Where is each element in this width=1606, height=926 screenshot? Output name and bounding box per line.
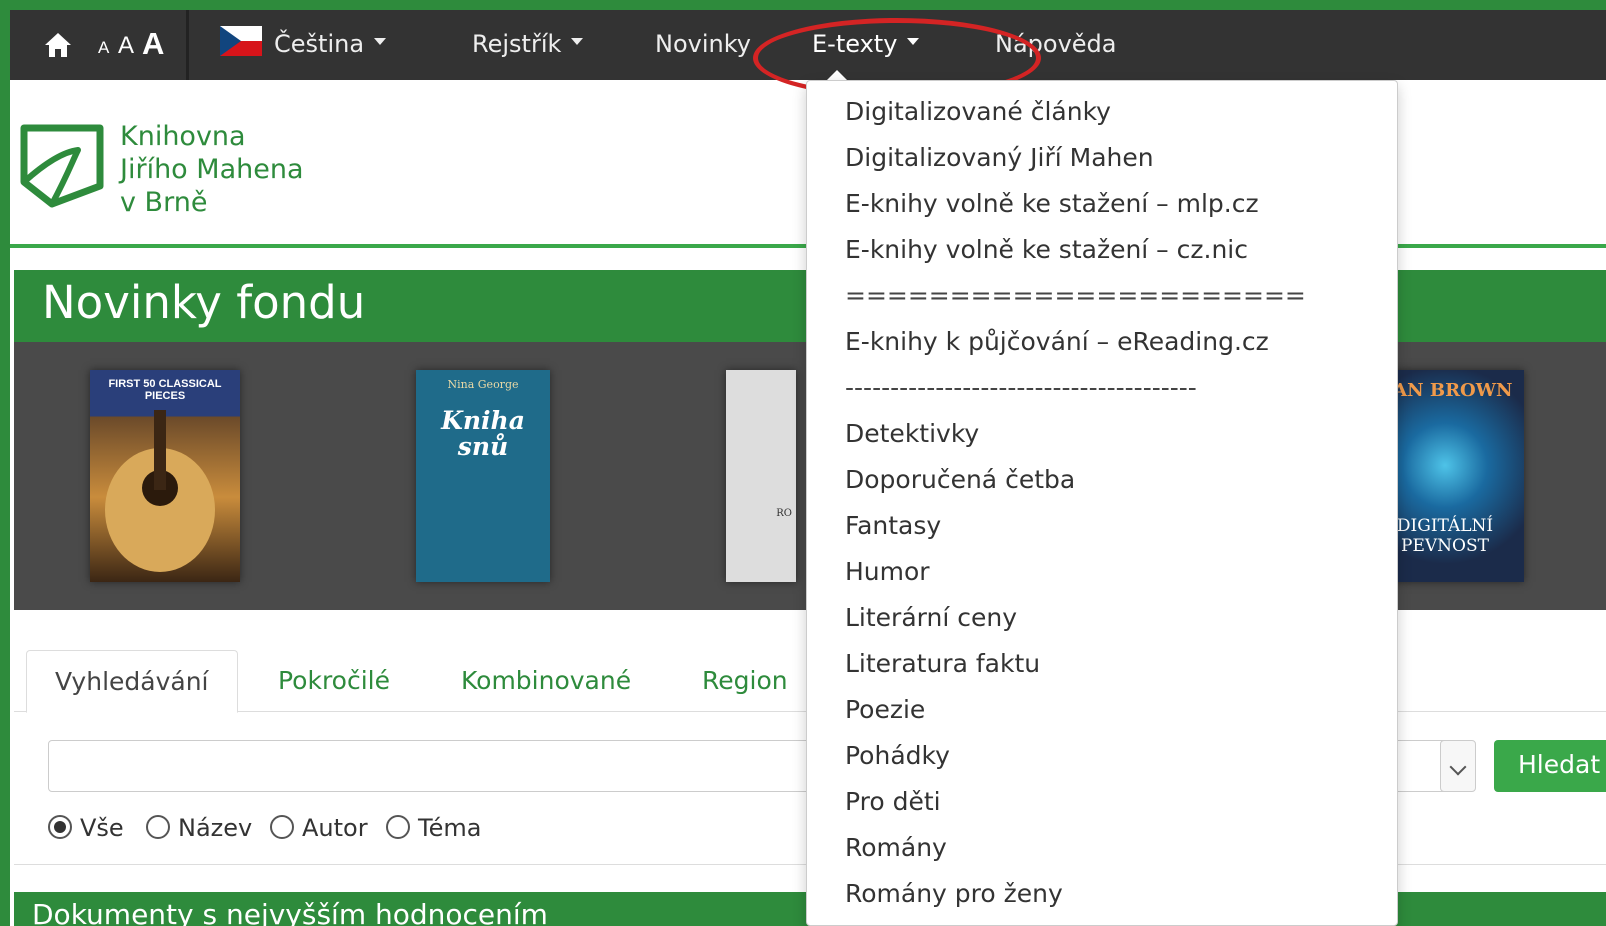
dropdown-item[interactable]: Pohádky: [807, 737, 1397, 783]
dropdown-item[interactable]: Pro děti: [807, 783, 1397, 829]
radio-unchecked-icon: [270, 815, 294, 839]
dropdown-item[interactable]: Romány pro ženy: [807, 875, 1397, 921]
radio-unchecked-icon: [146, 815, 170, 839]
radio-checked-icon: [48, 815, 72, 839]
book-cover-text: RO: [776, 508, 792, 519]
radio-label: Autor: [302, 814, 368, 842]
page-frame-left: [0, 0, 10, 926]
czech-flag-icon: [220, 26, 262, 56]
help-link[interactable]: Nápověda: [995, 30, 1117, 58]
book-cover-partial[interactable]: RO: [726, 370, 796, 582]
guitar-image: [105, 410, 215, 572]
dropdown-separator: ---------------------------------------: [845, 373, 1197, 402]
dropdown-item[interactable]: Poezie: [807, 691, 1397, 737]
radio-author[interactable]: Autor: [270, 814, 368, 842]
news-link[interactable]: Novinky: [655, 30, 751, 58]
etexts-menu[interactable]: E-texty: [812, 30, 920, 58]
tab-search[interactable]: Vyhledávání: [26, 650, 238, 713]
dropdown-item[interactable]: Digitalizované články: [807, 93, 1397, 139]
tab-region[interactable]: Region: [674, 650, 816, 713]
home-icon[interactable]: [44, 32, 72, 58]
dropdown-item[interactable]: Doporučená četba: [807, 461, 1397, 507]
dropdown-item[interactable]: E-knihy volně ke stažení – cz.nic: [807, 231, 1397, 277]
font-size-small-button[interactable]: A: [98, 38, 109, 58]
dropdown-item[interactable]: E-knihy volně ke stažení – mlp.cz: [807, 185, 1397, 231]
radio-label: Vše: [80, 814, 124, 842]
dropdown-item[interactable]: Literární ceny: [807, 599, 1397, 645]
radio-unchecked-icon: [386, 815, 410, 839]
search-scope-dropdown[interactable]: [1440, 740, 1476, 792]
navbar-divider: [186, 10, 189, 80]
dropdown-item[interactable]: Romány: [807, 829, 1397, 875]
library-name-line1: Knihovna: [120, 121, 246, 152]
index-label: Rejstřík: [472, 30, 562, 58]
language-label: Čeština: [274, 30, 365, 58]
dropdown-item[interactable]: Literatura faktu: [807, 645, 1397, 691]
book-author: Nina George: [447, 378, 519, 391]
book-cover-kniha-snu[interactable]: Nina George Kniha snů: [416, 370, 550, 582]
font-size-medium-button[interactable]: A: [118, 32, 134, 60]
tab-advanced[interactable]: Pokročilé: [250, 650, 418, 713]
dropdown-item[interactable]: E-knihy k půjčování – eReading.cz: [807, 323, 1397, 369]
library-name-line3: v Brně: [120, 187, 208, 218]
book-title: Kniha snů: [441, 406, 525, 461]
page-frame-top: [0, 0, 1606, 10]
dropdown-separator: ======================: [845, 281, 1306, 310]
dropdown-item[interactable]: Digitalizovaný Jiří Mahen: [807, 139, 1397, 185]
dropdown-item[interactable]: Detektivky: [807, 415, 1397, 461]
radio-title[interactable]: Název: [146, 814, 252, 842]
chevron-down-icon: [907, 37, 920, 45]
language-menu[interactable]: Čeština: [220, 26, 387, 58]
index-menu[interactable]: Rejstřík: [472, 30, 584, 58]
library-name-line2: Jiřího Mahena: [120, 154, 304, 185]
radio-topic[interactable]: Téma: [386, 814, 481, 842]
radio-label: Téma: [418, 814, 482, 842]
search-button[interactable]: Hledat: [1494, 740, 1606, 792]
etexts-label: E-texty: [812, 30, 898, 58]
tab-combined[interactable]: Kombinované: [433, 650, 659, 713]
radio-all[interactable]: Vše: [48, 814, 124, 842]
library-name: Knihovna Jiřího Mahena v Brně: [120, 120, 380, 219]
chevron-down-icon: [571, 37, 584, 45]
dropdown-item[interactable]: Fantasy: [807, 507, 1397, 553]
top-navbar: A A A Čeština Rejstřík Novinky E-texty N…: [10, 10, 1606, 80]
radio-label: Název: [178, 814, 253, 842]
etexts-dropdown-menu: Digitalizované články Digitalizovaný Jiří…: [806, 80, 1398, 926]
dropdown-item[interactable]: Humor: [807, 553, 1397, 599]
chevron-down-icon: [374, 37, 387, 45]
font-size-large-button[interactable]: A: [142, 26, 164, 62]
book-logo-icon: [20, 124, 104, 208]
book-cover-classical-pieces[interactable]: FIRST 50 CLASSICAL PIECES: [90, 370, 240, 582]
